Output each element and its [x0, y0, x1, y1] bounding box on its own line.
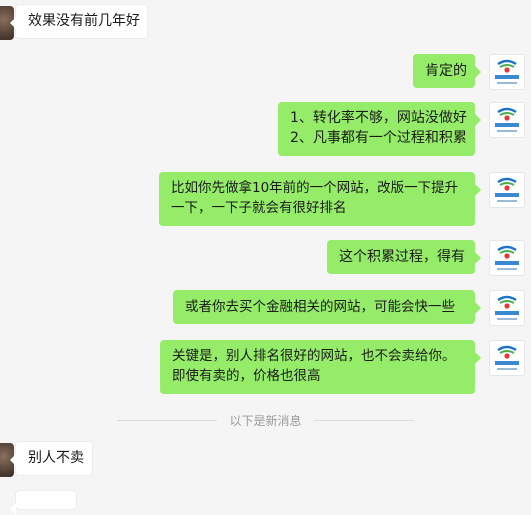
company-logo-icon — [495, 245, 519, 270]
received-message[interactable]: 别人不卖 — [10, 441, 93, 476]
my-avatar[interactable] — [489, 290, 525, 326]
company-logo-icon — [495, 177, 519, 202]
sent-message[interactable]: 关键是，别人排名很好的网站，也不会卖给你。 即使有卖的，价格也很高 — [160, 340, 481, 394]
new-messages-label: 以下是新消息 — [229, 413, 302, 428]
my-avatar[interactable] — [489, 240, 525, 276]
divider-line-right — [313, 419, 414, 421]
company-logo-icon — [495, 59, 519, 84]
company-logo-icon — [495, 107, 519, 132]
sent-message[interactable]: 肯定的 — [413, 54, 481, 88]
new-messages-divider: 以下是新消息 — [0, 410, 531, 430]
sent-message[interactable]: 这个积累过程，得有 — [327, 240, 481, 274]
chat-window: 效果没有前几年好 肯定的 1、转化率不够，网站没做好 2、凡事都有一个过程和积累… — [0, 0, 531, 515]
sent-message[interactable]: 1、转化率不够，网站没做好 2、凡事都有一个过程和积累 — [278, 102, 481, 156]
received-message-partial[interactable] — [10, 490, 77, 515]
company-logo-icon — [495, 295, 519, 320]
sent-message[interactable]: 或者你去买个金融相关的网站，可能会快一些 — [173, 290, 481, 324]
received-message[interactable]: 效果没有前几年好 — [10, 4, 148, 39]
divider-line-left — [117, 419, 218, 421]
my-avatar[interactable] — [489, 340, 525, 376]
my-avatar[interactable] — [489, 102, 525, 138]
my-avatar[interactable] — [489, 54, 525, 90]
company-logo-icon — [495, 345, 519, 370]
sent-message[interactable]: 比如你先做拿10年前的一个网站，改版一下提升 一下，一下子就会有很好排名 — [159, 172, 481, 226]
my-avatar[interactable] — [489, 172, 525, 208]
